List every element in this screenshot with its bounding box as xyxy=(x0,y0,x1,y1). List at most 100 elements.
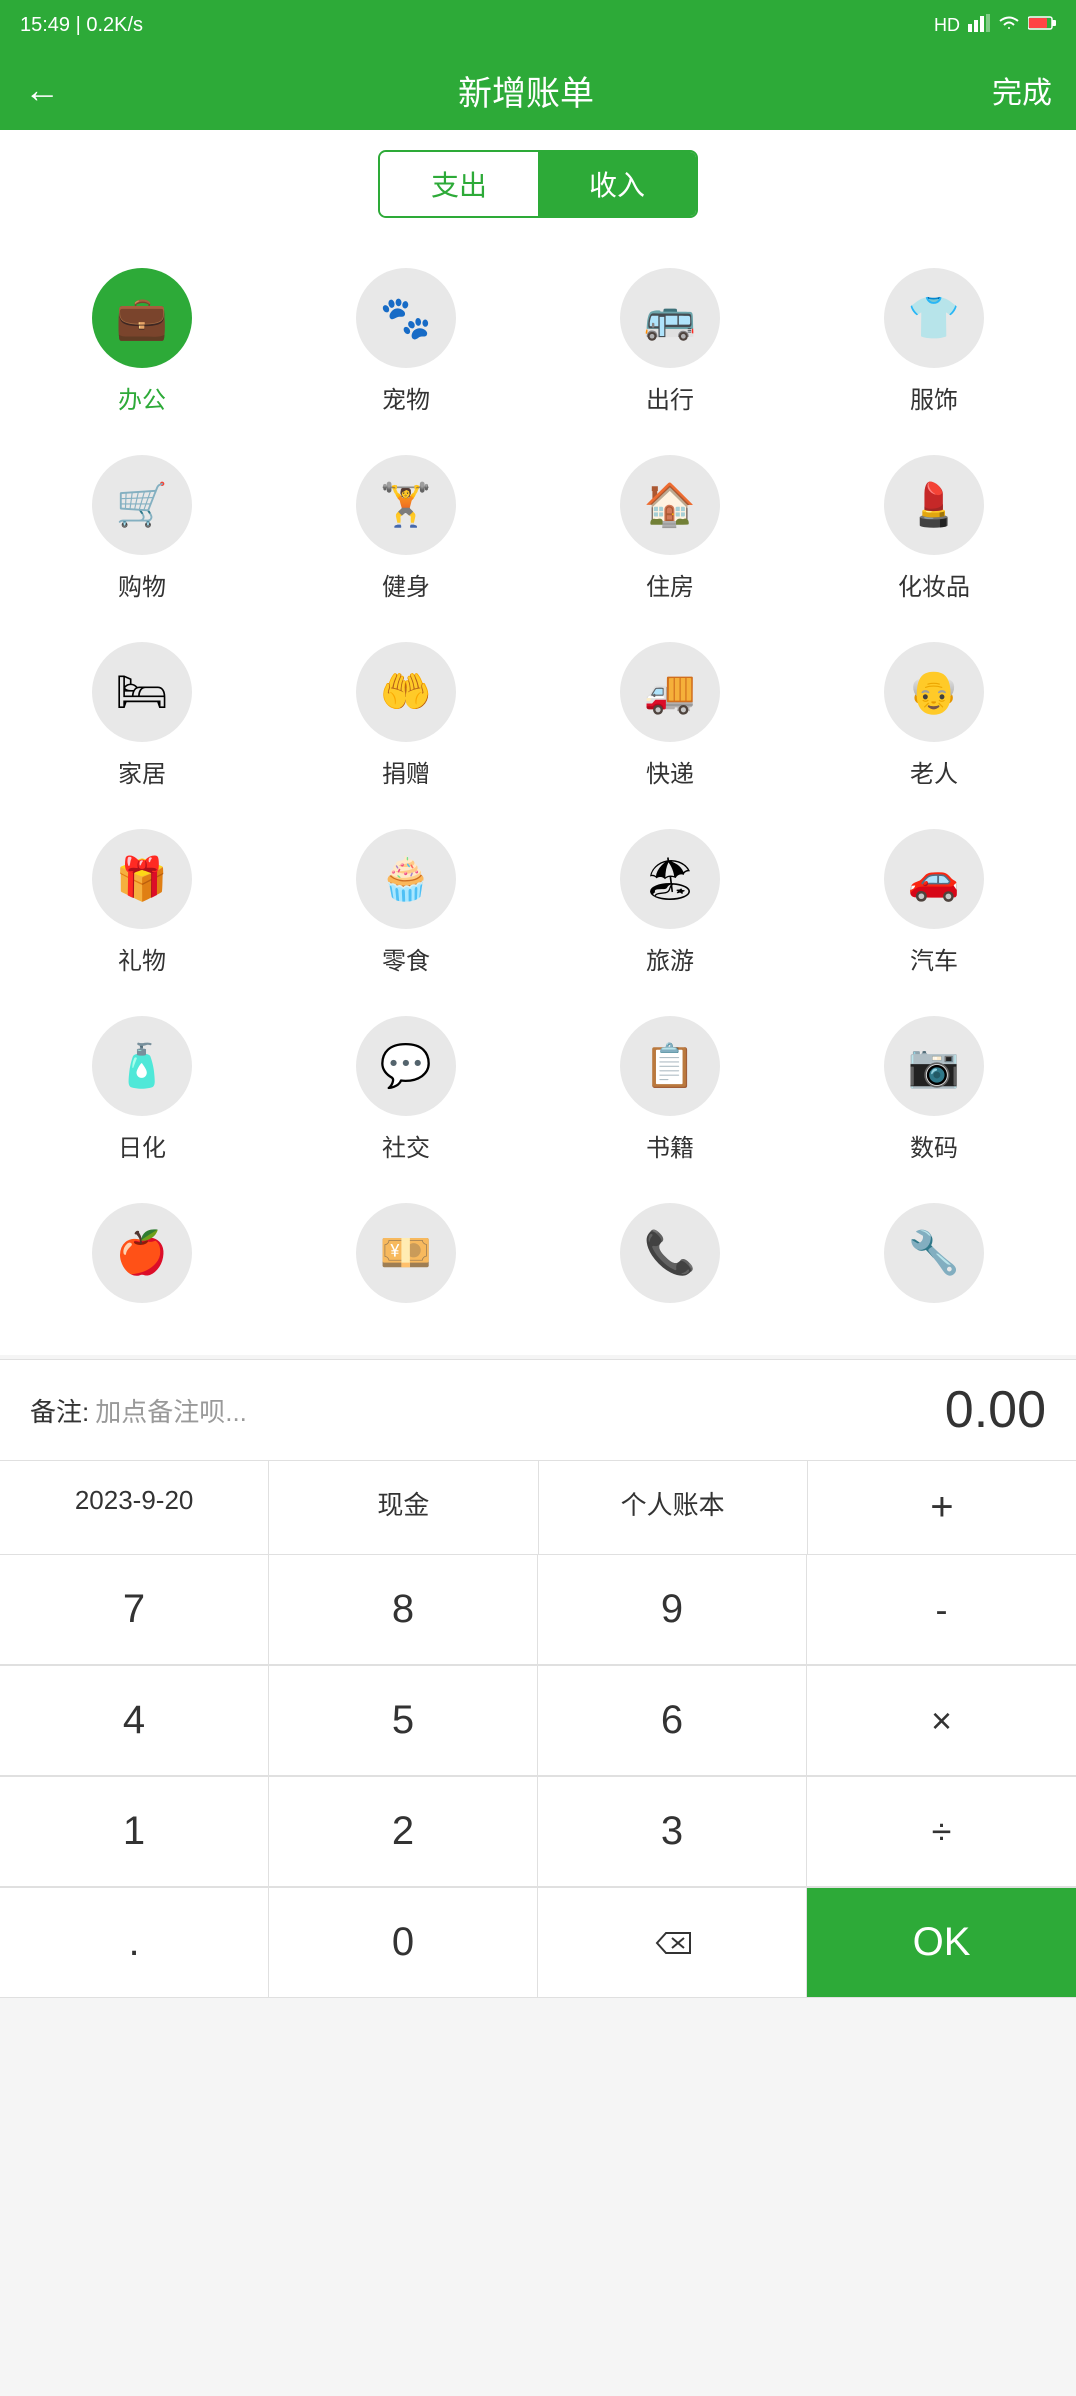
fitness-label: 健身 xyxy=(382,567,430,602)
car-label: 汽车 xyxy=(910,941,958,976)
phone-icon: 📞 xyxy=(620,1203,720,1303)
snack-label: 零食 xyxy=(382,941,430,976)
category-phone[interactable]: 📞 xyxy=(538,1183,802,1335)
signal-icon xyxy=(968,14,990,37)
pet-icon: 🐾 xyxy=(356,268,456,368)
key-minus[interactable]: - xyxy=(807,1555,1076,1665)
snack-icon: 🧁 xyxy=(356,829,456,929)
express-label: 快递 xyxy=(646,754,694,789)
housing-label: 住房 xyxy=(646,567,694,602)
furniture-icon: 🛏 xyxy=(92,642,192,742)
tab-income[interactable]: 收入 xyxy=(538,152,696,216)
category-food[interactable]: 🍎 xyxy=(10,1183,274,1335)
category-tourism[interactable]: 🏖 旅游 xyxy=(538,809,802,996)
add-cell[interactable]: + xyxy=(808,1461,1076,1554)
books-icon: 📋 xyxy=(620,1016,720,1116)
category-housing[interactable]: 🏠 住房 xyxy=(538,435,802,622)
done-button[interactable]: 完成 xyxy=(992,68,1052,112)
status-icons: HD xyxy=(934,14,1056,37)
category-donation[interactable]: 🤲 捐赠 xyxy=(274,622,538,809)
category-elderly[interactable]: 👴 老人 xyxy=(802,622,1066,809)
category-car[interactable]: 🚗 汽车 xyxy=(802,809,1066,996)
category-cosmetics[interactable]: 💄 化妆品 xyxy=(802,435,1066,622)
category-finance[interactable]: 💴 xyxy=(274,1183,538,1335)
pet-label: 宠物 xyxy=(382,380,430,415)
repair-icon: 🔧 xyxy=(884,1203,984,1303)
category-repair[interactable]: 🔧 xyxy=(802,1183,1066,1335)
key-dot[interactable]: . xyxy=(0,1888,269,1998)
tab-expense[interactable]: 支出 xyxy=(380,152,538,216)
key-ok[interactable]: OK xyxy=(807,1888,1076,1998)
office-icon: 💼 xyxy=(92,268,192,368)
digital-label: 数码 xyxy=(910,1128,958,1163)
category-snack[interactable]: 🧁 零食 xyxy=(274,809,538,996)
elderly-label: 老人 xyxy=(910,754,958,789)
page-title: 新增账单 xyxy=(458,66,594,115)
category-travel[interactable]: 🚌 出行 xyxy=(538,248,802,435)
office-label: 办公 xyxy=(118,380,166,415)
tab-container: 支出 收入 xyxy=(0,130,1076,228)
shopping-label: 购物 xyxy=(118,567,166,602)
key-1[interactable]: 1 xyxy=(0,1777,269,1887)
date-cell[interactable]: 2023-9-20 xyxy=(0,1461,269,1554)
key-8[interactable]: 8 xyxy=(269,1555,538,1665)
status-time: 15:49 | 0.2K/s xyxy=(20,14,143,37)
social-label: 社交 xyxy=(382,1128,430,1163)
key-delete[interactable] xyxy=(538,1888,807,1998)
key-9[interactable]: 9 xyxy=(538,1555,807,1665)
category-shopping[interactable]: 🛒 购物 xyxy=(10,435,274,622)
category-express[interactable]: 🚚 快递 xyxy=(538,622,802,809)
category-pet[interactable]: 🐾 宠物 xyxy=(274,248,538,435)
cosmetics-label: 化妆品 xyxy=(898,567,970,602)
battery-icon xyxy=(1028,15,1056,36)
digital-icon: 📷 xyxy=(884,1016,984,1116)
key-divide[interactable]: ÷ xyxy=(807,1777,1076,1887)
social-icon: 💬 xyxy=(356,1016,456,1116)
cosmetics-icon: 💄 xyxy=(884,455,984,555)
category-digital[interactable]: 📷 数码 xyxy=(802,996,1066,1183)
account-cell[interactable]: 个人账本 xyxy=(539,1461,808,1554)
daily-label: 日化 xyxy=(118,1128,166,1163)
payment-cell[interactable]: 现金 xyxy=(269,1461,538,1554)
food-icon: 🍎 xyxy=(92,1203,192,1303)
key-multiply[interactable]: × xyxy=(807,1666,1076,1776)
key-4[interactable]: 4 xyxy=(0,1666,269,1776)
wifi-icon xyxy=(998,15,1020,36)
finance-icon: 💴 xyxy=(356,1203,456,1303)
header: ← 新增账单 完成 xyxy=(0,50,1076,130)
shopping-icon: 🛒 xyxy=(92,455,192,555)
key-2[interactable]: 2 xyxy=(269,1777,538,1887)
books-label: 书籍 xyxy=(646,1128,694,1163)
donation-label: 捐赠 xyxy=(382,754,430,789)
express-icon: 🚚 xyxy=(620,642,720,742)
remark-label: 备注: xyxy=(30,1392,89,1429)
amount-display: 0.00 xyxy=(945,1380,1046,1440)
fitness-icon: 🏋 xyxy=(356,455,456,555)
category-furniture[interactable]: 🛏 家居 xyxy=(10,622,274,809)
keypad-row-2: 4 5 6 × xyxy=(0,1666,1076,1777)
keypad-container: 2023-9-20 现金 个人账本 + 7 8 9 - 4 5 6 × 1 2 … xyxy=(0,1460,1076,1998)
category-clothing[interactable]: 👕 服饰 xyxy=(802,248,1066,435)
category-fitness[interactable]: 🏋 健身 xyxy=(274,435,538,622)
key-3[interactable]: 3 xyxy=(538,1777,807,1887)
elderly-icon: 👴 xyxy=(884,642,984,742)
key-7[interactable]: 7 xyxy=(0,1555,269,1665)
housing-icon: 🏠 xyxy=(620,455,720,555)
keypad-row-3: 1 2 3 ÷ xyxy=(0,1777,1076,1888)
category-office[interactable]: 💼 办公 xyxy=(10,248,274,435)
key-6[interactable]: 6 xyxy=(538,1666,807,1776)
back-button[interactable]: ← xyxy=(24,69,60,111)
category-gift[interactable]: 🎁 礼物 xyxy=(10,809,274,996)
donation-icon: 🤲 xyxy=(356,642,456,742)
keypad-info-row: 2023-9-20 现金 个人账本 + xyxy=(0,1461,1076,1555)
category-social[interactable]: 💬 社交 xyxy=(274,996,538,1183)
key-0[interactable]: 0 xyxy=(269,1888,538,1998)
tourism-label: 旅游 xyxy=(646,941,694,976)
key-5[interactable]: 5 xyxy=(269,1666,538,1776)
furniture-label: 家居 xyxy=(118,754,166,789)
gift-icon: 🎁 xyxy=(92,829,192,929)
category-daily[interactable]: 🧴 日化 xyxy=(10,996,274,1183)
remark-placeholder[interactable]: 加点备注呗... xyxy=(95,1392,247,1429)
category-books[interactable]: 📋 书籍 xyxy=(538,996,802,1183)
gift-label: 礼物 xyxy=(118,941,166,976)
